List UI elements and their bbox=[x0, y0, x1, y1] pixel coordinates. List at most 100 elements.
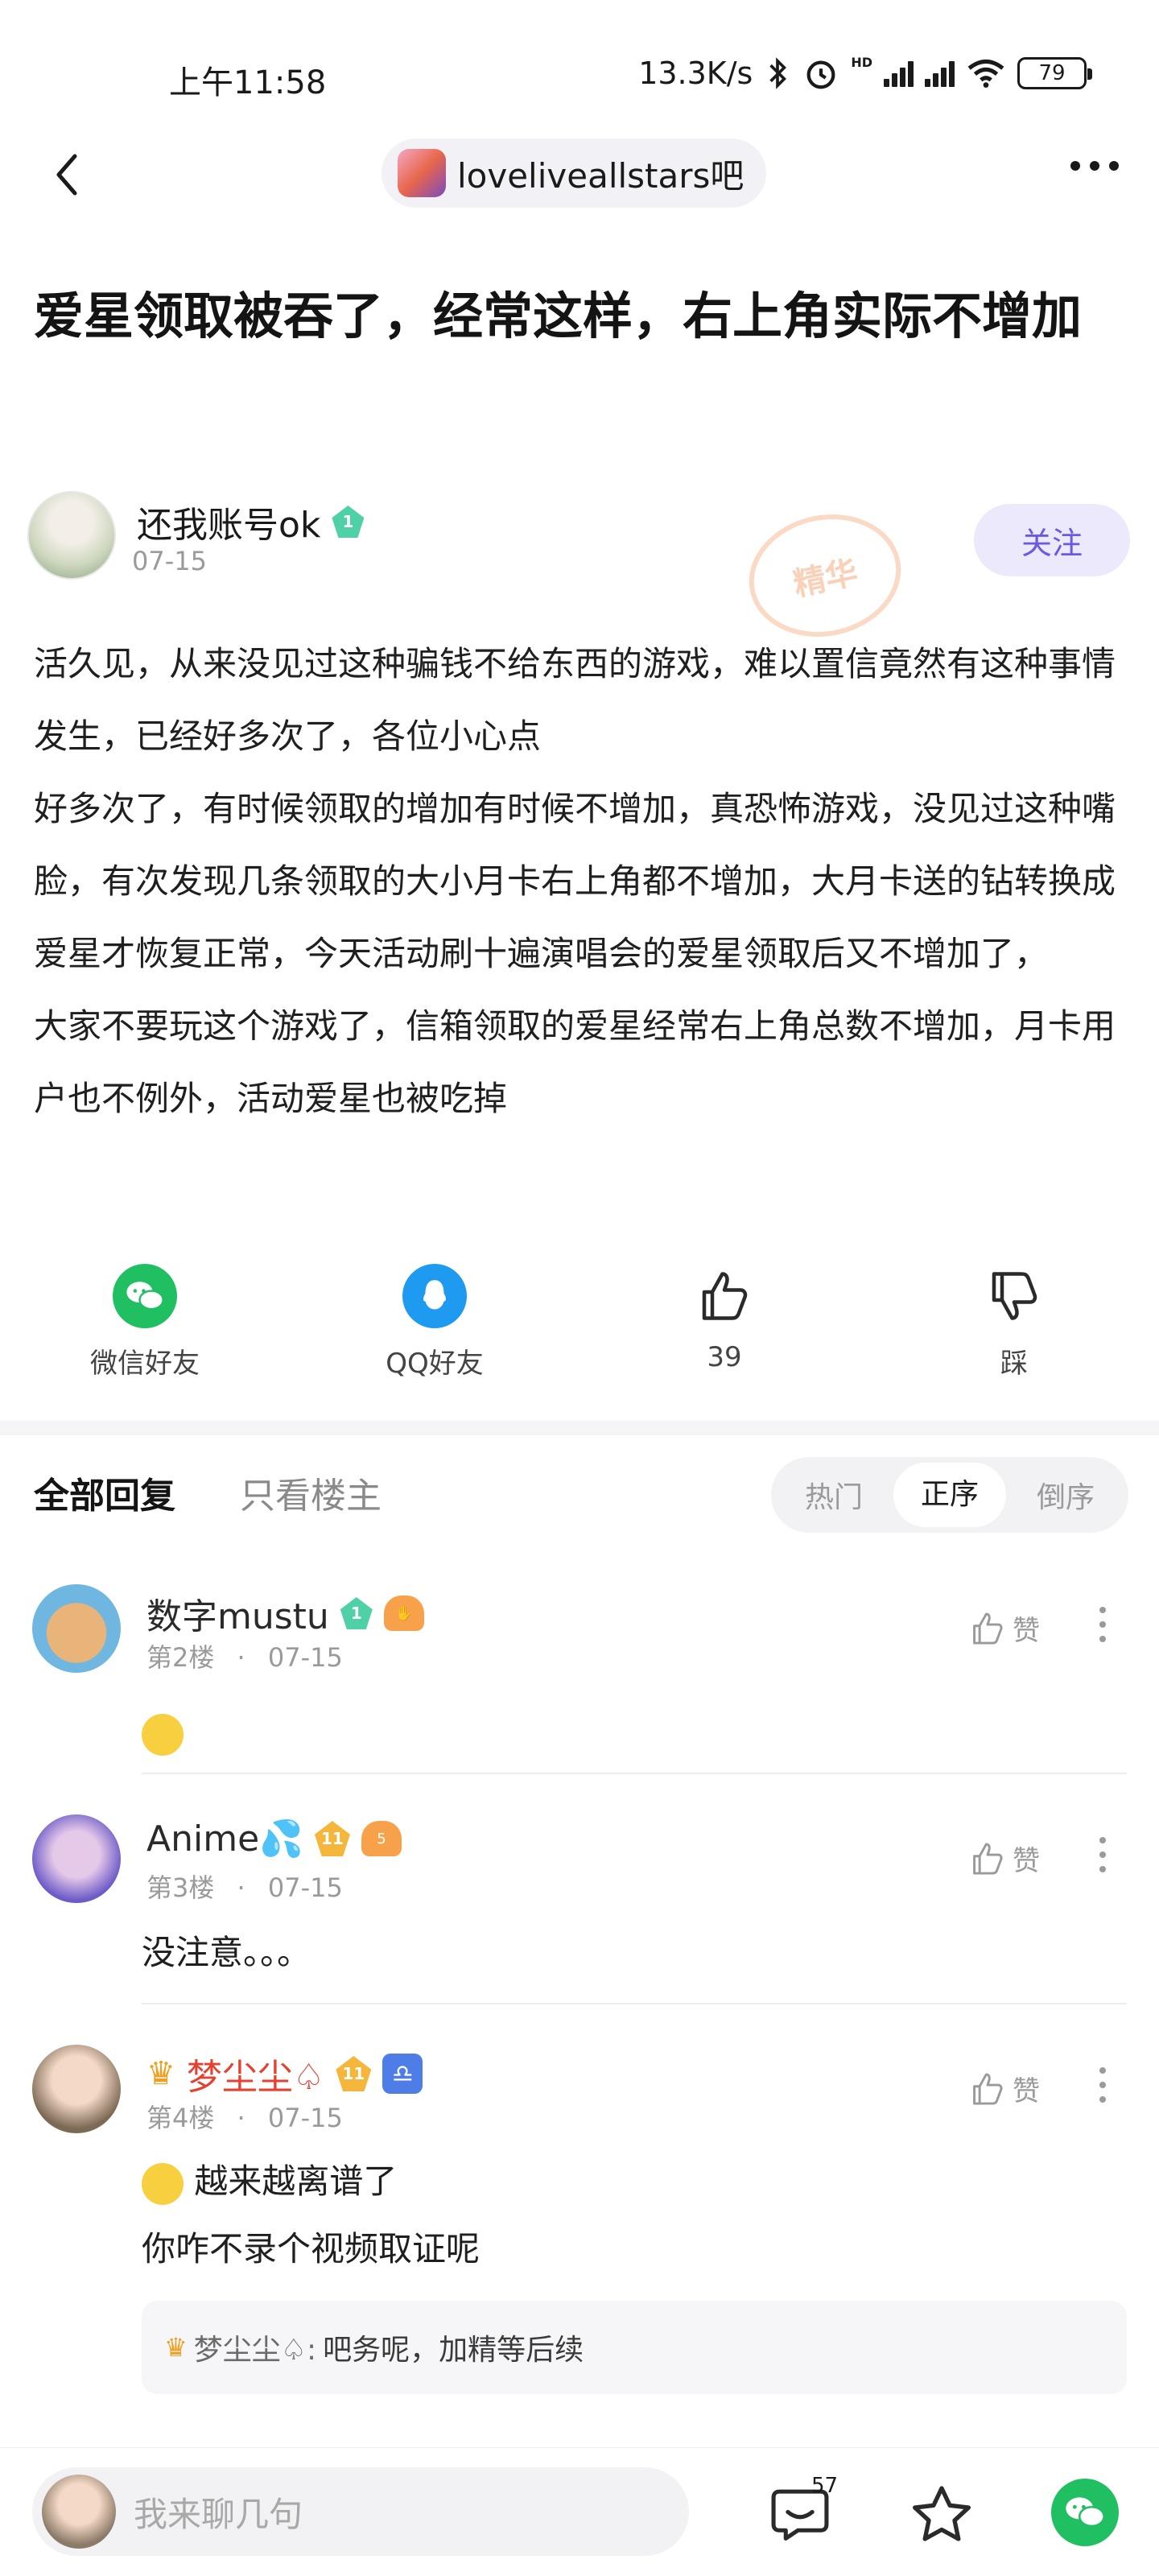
commenter-avatar[interactable] bbox=[32, 1814, 121, 1903]
clock: 上午11:58 bbox=[169, 64, 327, 101]
sub-reply-author: 梦尘尘♤: bbox=[193, 2334, 317, 2367]
sort-hot[interactable]: 热门 bbox=[777, 1474, 890, 1516]
reply-tabs: 全部回复 只看楼主 热门 正序 倒序 bbox=[34, 1457, 1128, 1538]
dislike-label: 踩 bbox=[1000, 1348, 1028, 1380]
top-nav: loveliveallstars吧 bbox=[0, 137, 1159, 209]
bluetooth-icon bbox=[769, 57, 787, 89]
tab-all-replies[interactable]: 全部回复 bbox=[34, 1467, 175, 1518]
comment-text: 越来越离谱了 bbox=[142, 2148, 397, 2215]
comment-item: ♛ 梦尘尘♤ 11 ♎ 第4楼 · 07-15 赞 越来越离谱了 你咋不录个视频… bbox=[0, 2045, 1159, 2431]
comment-more-icon[interactable] bbox=[1099, 1607, 1106, 1642]
star-favorite-icon[interactable] bbox=[909, 2483, 974, 2545]
body-paragraph: 好多次了，有时候领取的增加有时候不增加，真恐怖游戏，没见过这种嘴脸，有次发现几条… bbox=[34, 789, 1116, 973]
level-badge-icon: 11 bbox=[336, 2056, 372, 2091]
commenter-name[interactable]: 数字mustu bbox=[146, 1587, 329, 1639]
level-badge-icon: 11 bbox=[314, 1821, 350, 1856]
comment-like-button[interactable]: 赞 bbox=[969, 1608, 1040, 1648]
body-paragraph: 大家不要玩这个游戏了，信箱领取的爱星经常右上角总数不增加，月卡用户也不例外，活动… bbox=[34, 1006, 1116, 1118]
level-badge-icon: 1 bbox=[332, 506, 365, 538]
commenter-name-row: ♛ 梦尘尘♤ 11 ♎ bbox=[146, 2048, 423, 2099]
forum-link[interactable]: loveliveallstars吧 bbox=[382, 138, 767, 208]
commenter-avatar[interactable] bbox=[32, 1584, 121, 1673]
like-label: 赞 bbox=[1013, 1845, 1040, 1877]
smirk-emoji-icon bbox=[142, 1713, 184, 1756]
comment-more-icon[interactable] bbox=[1099, 1837, 1106, 1872]
body-paragraph: 活久见，从来没见过这种骗钱不给东西的游戏，难以置信竟然有这种事情发生，已经好多次… bbox=[34, 644, 1116, 756]
comment-text-line2: 你咋不录个视频取证呢 bbox=[142, 2229, 481, 2268]
crown-icon: ♛ bbox=[164, 2332, 188, 2363]
comment-count: 57 bbox=[811, 2474, 839, 2498]
commenter-name[interactable]: Anime💦 bbox=[146, 1818, 303, 1860]
floor-number: 第2楼 bbox=[146, 1642, 215, 1673]
thumbs-up-icon bbox=[973, 2072, 1003, 2105]
author-name[interactable]: 还我账号ok bbox=[137, 496, 320, 547]
author-row: 还我账号ok 1 07-15 关注 bbox=[27, 491, 1130, 588]
share-qq-label: QQ好友 bbox=[386, 1348, 484, 1380]
like-button[interactable]: 39 bbox=[644, 1264, 805, 1373]
comment-input[interactable]: 我来聊几句 bbox=[32, 2467, 689, 2556]
comment-meta: 第2楼 · 07-15 bbox=[146, 1642, 343, 1673]
sub-reply-text: 吧务呢，加精等后续 bbox=[323, 2334, 584, 2367]
commenter-name-row: 数字mustu 1 ✋ bbox=[146, 1587, 424, 1639]
comment-more-icon[interactable] bbox=[1099, 2067, 1106, 2103]
comment-date: 07-15 bbox=[267, 1642, 343, 1673]
post-date: 07-15 bbox=[132, 546, 207, 576]
sweat-emoji-icon bbox=[142, 2162, 184, 2205]
comment-placeholder: 我来聊几句 bbox=[134, 2494, 303, 2534]
thumbs-up-icon bbox=[692, 1264, 757, 1328]
commenter-name-row: Anime💦 11 5 bbox=[146, 1818, 402, 1860]
level-badge-icon: 1 bbox=[340, 1597, 373, 1629]
status-bar: 上午11:58 13.3K/s HD 79 bbox=[0, 0, 1159, 121]
floor-number: 第4楼 bbox=[146, 2103, 215, 2133]
comment-text bbox=[142, 1699, 184, 1766]
author-avatar[interactable] bbox=[27, 491, 116, 580]
commenter-name[interactable]: 梦尘尘♤ bbox=[187, 2048, 324, 2099]
section-divider bbox=[0, 1421, 1159, 1435]
thumbs-up-icon bbox=[973, 1612, 1003, 1645]
more-options-icon[interactable] bbox=[1070, 161, 1119, 171]
signal-icon-2 bbox=[925, 60, 955, 87]
comment-meta: 第4楼 · 07-15 bbox=[146, 2103, 343, 2133]
back-arrow-icon[interactable] bbox=[44, 147, 93, 203]
alarm-icon bbox=[806, 60, 835, 89]
sort-toggle: 热门 正序 倒序 bbox=[771, 1457, 1128, 1533]
status-icons: 13.3K/s HD 79 bbox=[638, 55, 1092, 92]
comment-divider bbox=[142, 1773, 1127, 1774]
comment-item: 数字mustu 1 ✋ 第2楼 · 07-15 赞 bbox=[0, 1584, 1159, 1777]
wechat-icon bbox=[113, 1264, 177, 1328]
sort-descending[interactable]: 倒序 bbox=[1009, 1474, 1122, 1516]
like-label: 赞 bbox=[1013, 1615, 1040, 1647]
bottom-bar: 我来聊几句 57 bbox=[0, 2447, 1159, 2576]
commenter-avatar[interactable] bbox=[32, 2045, 121, 2133]
share-wechat-button[interactable]: 微信好友 bbox=[64, 1264, 225, 1381]
tab-owner-only[interactable]: 只看楼主 bbox=[240, 1467, 382, 1518]
net-speed: 13.3K/s bbox=[638, 56, 753, 91]
follow-button[interactable]: 关注 bbox=[974, 504, 1130, 576]
libra-zodiac-icon: ♎ bbox=[382, 2054, 423, 2094]
dislike-button[interactable]: 踩 bbox=[934, 1264, 1095, 1381]
comment-date: 07-15 bbox=[267, 2103, 343, 2133]
sort-ascending[interactable]: 正序 bbox=[893, 1463, 1006, 1527]
sub-reply[interactable]: ♛ 梦尘尘♤: 吧务呢，加精等后续 bbox=[142, 2301, 1127, 2394]
floor-number: 第3楼 bbox=[146, 1872, 215, 1903]
fan-badge-icon: 5 bbox=[361, 1821, 402, 1856]
comment-date: 07-15 bbox=[267, 1872, 343, 1903]
post-body: 活久见，从来没见过这种骗钱不给东西的游戏，难以置信竟然有这种事情发生，已经好多次… bbox=[34, 628, 1128, 1135]
comment-like-button[interactable]: 赞 bbox=[969, 1839, 1040, 1878]
wifi-icon bbox=[967, 59, 1004, 88]
qq-icon bbox=[402, 1264, 467, 1328]
share-qq-button[interactable]: QQ好友 bbox=[354, 1264, 515, 1381]
share-row: 微信好友 QQ好友 39 踩 bbox=[0, 1264, 1159, 1393]
share-wechat-label: 微信好友 bbox=[90, 1348, 200, 1380]
comment-divider bbox=[142, 2003, 1127, 2004]
like-count: 39 bbox=[707, 1341, 742, 1373]
post-title: 爱星领取被吞了，经常这样，右上角实际不增加 bbox=[34, 287, 1083, 345]
user-avatar bbox=[42, 2475, 116, 2549]
fan-badge-icon: ✋ bbox=[383, 1596, 424, 1631]
author-name-row: 还我账号ok 1 bbox=[137, 496, 365, 547]
thumbs-down-icon bbox=[982, 1264, 1046, 1328]
comment-meta: 第3楼 · 07-15 bbox=[146, 1872, 343, 1903]
battery-icon: 79 bbox=[1017, 57, 1092, 89]
wechat-share-float-icon[interactable] bbox=[1051, 2479, 1119, 2546]
comment-like-button[interactable]: 赞 bbox=[969, 2069, 1040, 2108]
